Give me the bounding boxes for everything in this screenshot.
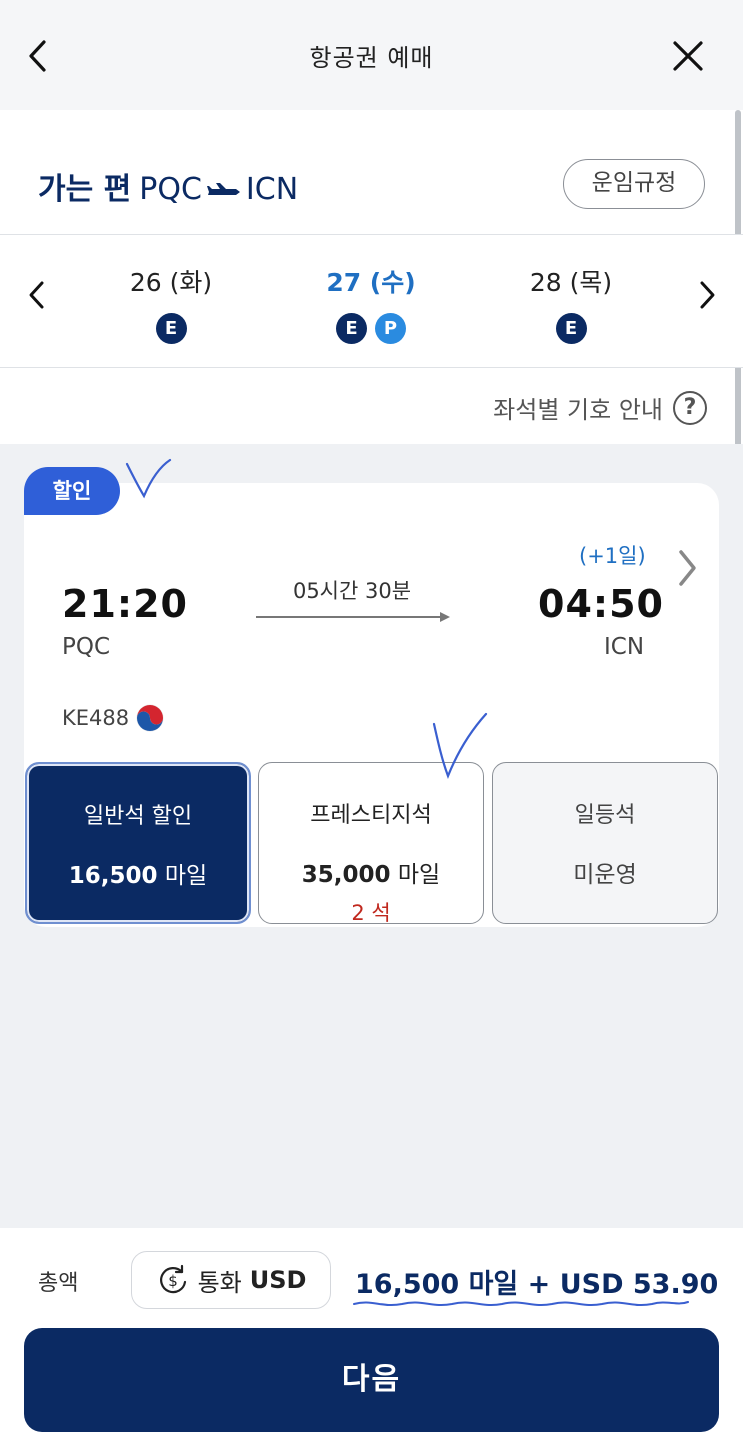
date-selector: 26 (화) E 27 (수) E P 28 (목) E (0, 234, 743, 368)
economy-badge: E (155, 313, 187, 344)
next-button[interactable]: 다음 (24, 1328, 719, 1432)
origin-code: PQC (139, 172, 202, 207)
seat-guide-label: 좌석별 기호 안내 (493, 396, 663, 424)
discount-tag: 할인 (24, 467, 120, 515)
seats-remaining: 2 석 (351, 901, 391, 925)
question-icon: ? (673, 390, 707, 425)
top-bar: 항공권 예매 (0, 0, 743, 110)
economy-badge: E (336, 313, 367, 344)
prev-date-icon[interactable] (22, 275, 52, 315)
fare-first[interactable]: 일등석 미운영 (492, 762, 718, 924)
route-header: 가는 편 PQC ICN (38, 164, 298, 208)
total-amount: 16,500 마일 + USD 53.90 (355, 1269, 719, 1300)
fare-name: 일반석 할인 (83, 804, 193, 829)
plane-icon (206, 182, 240, 195)
close-icon[interactable] (668, 36, 708, 76)
page-title: 항공권 예매 (309, 44, 434, 72)
arrival-time: 04:50 (538, 582, 664, 626)
direction-label: 가는 편 (38, 172, 132, 207)
date-item-27[interactable]: 27 (수) E P (291, 263, 451, 344)
flight-duration: 05시간 30분 (292, 579, 412, 603)
flight-number: KE488 (62, 706, 130, 730)
svg-text:$: $ (168, 1272, 178, 1290)
date-item-26[interactable]: 26 (화) E (91, 263, 251, 344)
currency-button[interactable]: $ 통화 USD (131, 1251, 331, 1309)
fare-price: 16,500 마일 (68, 863, 208, 889)
fare-rules-button[interactable]: 운임규정 (563, 159, 705, 209)
prestige-badge: P (375, 313, 406, 344)
currency-prefix: 통화 (197, 1268, 242, 1297)
fare-name: 프레스티지석 (310, 803, 432, 828)
day-offset: (+1일) (579, 544, 646, 568)
date-label: 28 (목) (529, 268, 613, 297)
arrival-code: ICN (604, 634, 645, 660)
fare-name: 일등석 (574, 803, 636, 828)
economy-badge: E (555, 313, 587, 344)
currency-code: USD (249, 1266, 307, 1294)
next-date-icon[interactable] (692, 275, 722, 315)
chevron-right-icon[interactable] (672, 546, 702, 590)
dollar-cycle-icon: $ (159, 1264, 186, 1294)
date-label: 27 (수) (326, 268, 416, 297)
fare-economy-discount[interactable]: 일반석 할인 16,500 마일 (25, 762, 251, 924)
departure-code: PQC (62, 634, 111, 660)
korean-air-logo-icon (136, 704, 164, 732)
date-label: 26 (화) (129, 268, 213, 297)
total-label: 총액 (38, 1271, 79, 1296)
flight-number-row: KE488 (62, 703, 165, 733)
fare-prestige[interactable]: 프레스티지석 35,000 마일 2 석 (258, 762, 484, 925)
fare-price: 35,000 마일 (301, 862, 441, 888)
duration-arrow-icon (256, 612, 450, 622)
date-item-28[interactable]: 28 (목) E (491, 263, 651, 344)
destination-code: ICN (245, 172, 299, 207)
departure-time: 21:20 (62, 582, 188, 626)
fare-status: 미운영 (573, 862, 637, 888)
seat-guide-link[interactable]: 좌석별 기호 안내 ? (493, 390, 707, 425)
